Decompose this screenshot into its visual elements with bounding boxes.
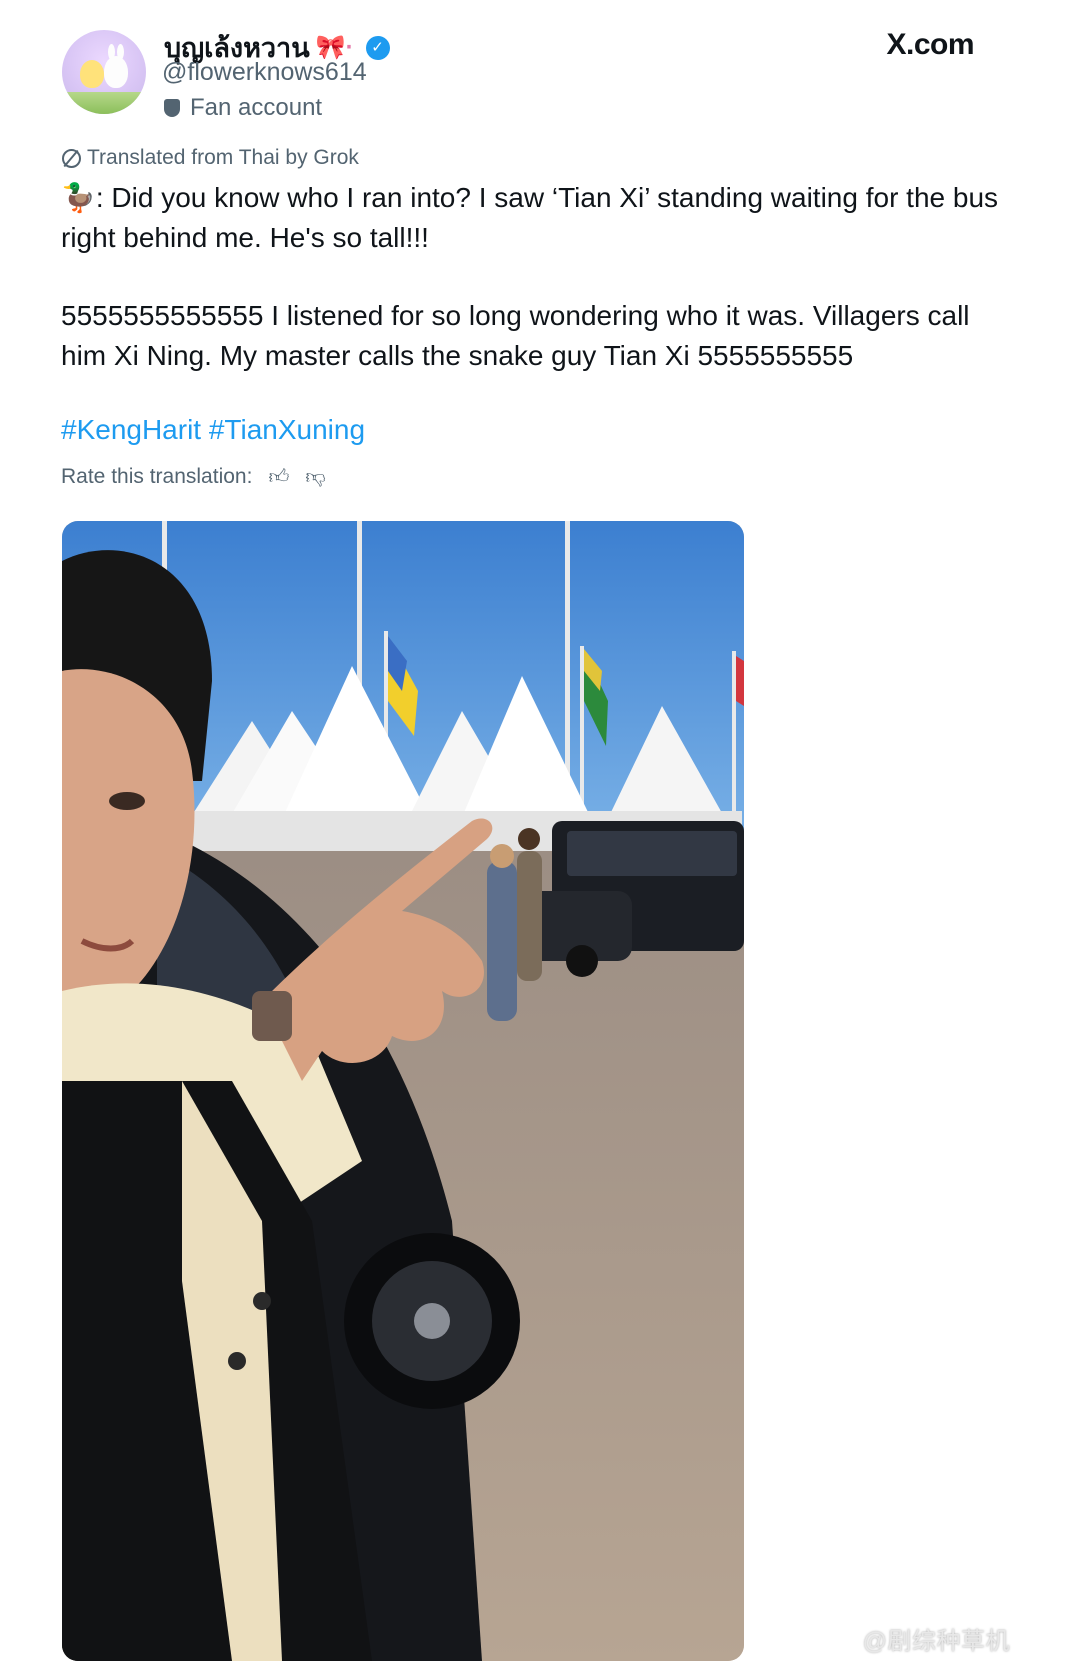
- translation-note: Translated from Thai by Grok: [62, 146, 359, 170]
- tweet-photo[interactable]: [62, 521, 744, 1661]
- thumbs-up-icon[interactable]: 👍︎: [268, 465, 289, 489]
- hashtags[interactable]: #KengHarit #TianXuning: [61, 414, 365, 446]
- fan-account-label: Fan account: [164, 94, 322, 122]
- site-label: X.com: [886, 28, 974, 61]
- shield-icon: [164, 99, 180, 117]
- tweet-paragraph-1: 🦆: Did you know who I ran into? I saw ‘T…: [61, 182, 999, 253]
- translate-icon: [62, 148, 81, 168]
- watermark: @剧综种草机: [862, 1628, 1010, 1655]
- rate-translation: Rate this translation: 👍︎ 👎︎: [61, 465, 326, 489]
- user-handle[interactable]: @flowerknows614: [162, 58, 367, 87]
- rate-translation-label: Rate this translation:: [61, 465, 253, 488]
- tweet-paragraph-2: 5555555555555 I listened for so long won…: [61, 300, 970, 371]
- verified-badge-icon: ✓: [365, 35, 390, 60]
- thumbs-down-icon[interactable]: 👎︎: [305, 465, 325, 489]
- avatar[interactable]: [62, 30, 146, 114]
- fan-account-text: Fan account: [190, 94, 323, 121]
- translation-note-text: Translated from Thai by Grok: [87, 146, 359, 169]
